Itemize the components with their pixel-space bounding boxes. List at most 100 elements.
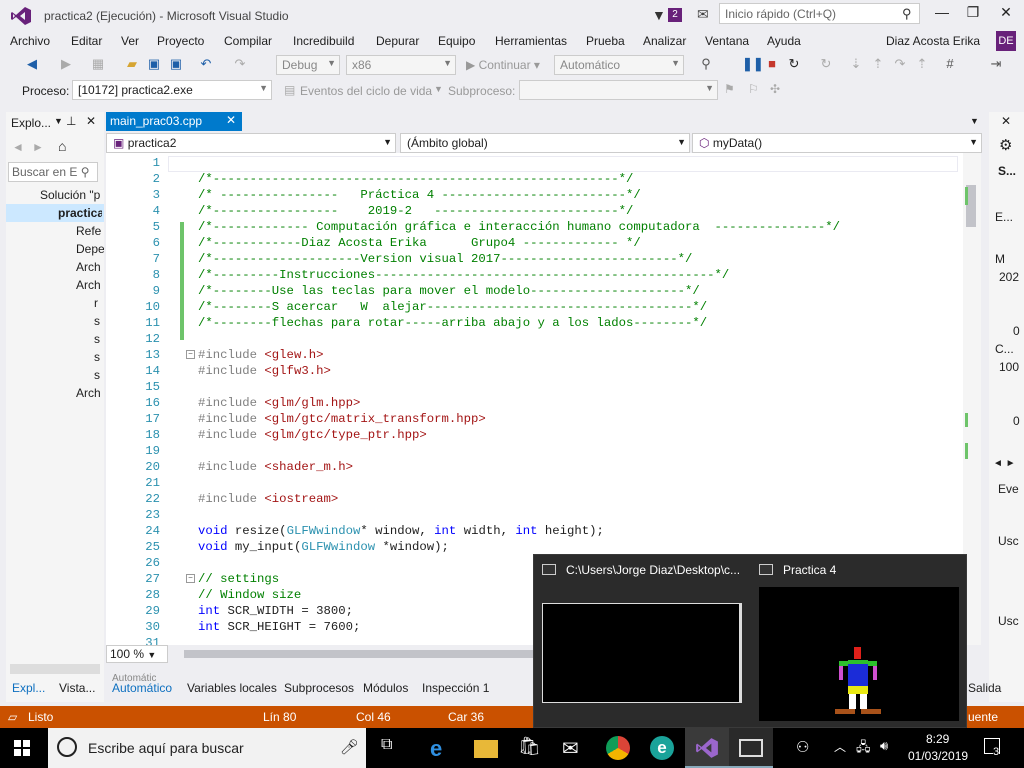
open-file-icon[interactable]: ▰ [124,56,140,72]
step-icon[interactable]: ↻ [818,56,834,72]
back-icon[interactable]: ◀ [24,56,40,72]
menu-prueba[interactable]: Prueba [586,34,625,48]
project-nav-select[interactable]: ▣ practica2 ▼ [106,133,396,153]
code-line[interactable]: #include <shader_m.h> [198,460,353,474]
tree-item-references[interactable]: Refe [76,224,104,238]
code-line[interactable]: #include <glm/glm.hpp> [198,396,360,410]
menu-equipo[interactable]: Equipo [438,34,475,48]
code-line[interactable]: /*--------------------Version visual 201… [198,252,692,266]
menu-incredibuild[interactable]: Incredibuild [293,34,354,48]
code-line[interactable]: #include <glm/gtc/matrix_transform.hpp> [198,412,486,426]
tree-item-source-2[interactable]: s [94,332,104,346]
menu-editar[interactable]: Editar [71,34,102,48]
redo-icon[interactable]: ↷ [232,56,248,72]
close-panel-icon[interactable]: ✕ [1001,114,1011,128]
volume-icon[interactable]: 🔊︎ [880,738,888,754]
left-panel-hscroll[interactable] [10,664,100,674]
fold-toggle-icon[interactable]: − [186,350,195,359]
settings-icon[interactable]: ⚙ [999,136,1012,154]
tab-overflow-icon[interactable]: ▼ [970,116,979,126]
process-select[interactable]: [10172] practica2.exe ▼ [72,80,272,100]
platform-select[interactable]: x86 ▼ [346,55,456,75]
solution-search-input[interactable]: Buscar en E ⚲ [8,162,98,182]
tree-item-project[interactable]: practica [58,206,102,220]
tree-item-resource[interactable]: r [94,296,104,310]
member-nav-select[interactable]: ⬡ myData() ▼ [692,133,982,153]
back-nav-icon[interactable]: ◄ [12,140,24,154]
code-line[interactable]: /*--------Use las teclas para mover el m… [198,284,700,298]
code-line[interactable]: int SCR_HEIGHT = 7600; [198,620,360,634]
search-icon[interactable]: ⚲ [902,6,912,22]
feedback-icon[interactable]: ✉ [697,6,709,23]
task-view-icon[interactable]: ⧉ [381,736,405,760]
tab-autos[interactable]: Automático [112,681,172,695]
tab-modules[interactable]: Módulos [363,681,408,695]
tree-item-files-1[interactable]: Arch [76,260,104,274]
forward-nav-icon[interactable]: ► [32,140,44,154]
code-line[interactable]: #include <glew.h> [198,348,323,362]
tools-icon[interactable]: ✣ [770,82,780,96]
people-icon[interactable]: ⚇ [796,738,809,756]
code-line[interactable]: #include <glm/gtc/type_ptr.hpp> [198,428,427,442]
subprocess-select[interactable]: ▼ [519,80,718,100]
code-line[interactable]: #include <iostream> [198,492,338,506]
tree-item-files-3[interactable]: Arch [76,386,104,400]
microphone-icon[interactable]: 🎤︎ [340,738,359,756]
tree-item-source-4[interactable]: s [94,368,104,382]
code-line[interactable]: /*--------------------------------------… [198,172,633,186]
console-thumbnail[interactable] [542,603,742,703]
chrome-icon[interactable] [606,736,630,760]
toolbar-overflow-icon[interactable]: ⇥ [988,56,1004,72]
config-select[interactable]: Debug ▼ [276,55,340,75]
scroll-arrows-icon[interactable]: ◄ ► [993,458,1016,469]
app-thumb-title[interactable]: Practica 4 [783,563,943,577]
save-icon[interactable]: ▣ [146,56,162,72]
lifecycle-events-label[interactable]: Eventos del ciclo de vida [300,84,432,98]
tree-item-source-1[interactable]: s [94,314,104,328]
app-thumbnail[interactable] [759,587,959,721]
continue-button[interactable]: ▶ Continuar ▾ [466,58,540,72]
menu-depurar[interactable]: Depurar [376,34,419,48]
zoom-select[interactable]: 100 % ▼ [106,645,168,663]
tree-item-dependencies[interactable]: Depe [76,242,104,256]
panel-menu-icon[interactable]: ▼ [54,116,63,126]
tab-output[interactable]: Salida [968,681,1001,695]
mail-icon[interactable]: ✉ [562,736,586,760]
tree-item-files-2[interactable]: Arch [76,278,104,292]
tab-locals[interactable]: Variables locales [187,681,277,695]
maximize-button[interactable]: ❐ [961,4,985,24]
code-line[interactable]: /*--------S acercar W alejar------------… [198,300,707,314]
menu-analizar[interactable]: Analizar [643,34,686,48]
store-icon[interactable]: 🛍︎ [518,736,542,760]
app-e-icon[interactable]: e [650,736,674,760]
status-source-control[interactable]: uente [968,710,998,724]
close-icon[interactable]: ✕ [226,113,236,127]
menu-ventana[interactable]: Ventana [705,34,749,48]
forward-icon[interactable]: ▶ [58,56,74,72]
close-panel-icon[interactable]: ✕ [86,114,96,128]
tray-chevron-icon[interactable]: ︿ [834,738,846,755]
save-all-icon[interactable]: ▣ [168,56,184,72]
step-over-icon[interactable]: ⇡ [870,56,886,72]
user-avatar[interactable]: DE [996,31,1016,51]
pin-icon[interactable]: ⊥ [66,114,76,128]
format-icon[interactable]: # [942,56,958,72]
tree-item-solution[interactable]: Solución "p [40,188,102,202]
menu-herramientas[interactable]: Herramientas [495,34,567,48]
code-line[interactable]: void my_input(GLFWwindow *window); [198,540,449,554]
fold-toggle-icon[interactable]: − [186,574,195,583]
tab-solution-explorer[interactable]: Expl... [12,681,45,695]
filter-icon[interactable]: ▼ [652,7,666,23]
quick-launch-input[interactable]: Inicio rápido (Ctrl+Q) [719,3,920,24]
notification-badge[interactable]: 2 [668,8,682,22]
code-line[interactable]: /*------------- Computación gráfica e in… [198,220,840,234]
menu-ayuda[interactable]: Ayuda [767,34,801,48]
code-line[interactable]: /*------------Diaz Acosta Erika Grupo4 -… [198,236,641,250]
mode-select[interactable]: Automático ▼ [554,55,684,75]
scope-nav-select[interactable]: (Ámbito global) ▼ [400,133,690,153]
minimize-button[interactable]: — [930,4,954,24]
code-line[interactable]: // Window size [198,588,301,602]
file-explorer-icon[interactable] [474,740,498,758]
code-line[interactable]: #include <glfw3.h> [198,364,331,378]
code-line[interactable]: void resize(GLFWwindow* window, int widt… [198,524,604,538]
